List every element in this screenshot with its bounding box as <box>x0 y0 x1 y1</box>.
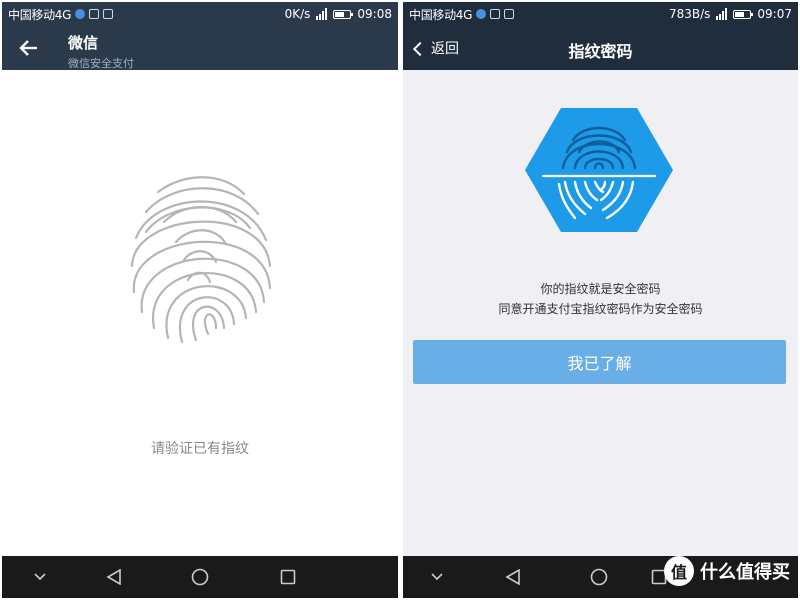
nav-collapse-button[interactable] <box>20 556 60 598</box>
battery-icon <box>333 9 354 19</box>
square-recents-icon <box>280 569 296 585</box>
watermark: 值 什么值得买 <box>664 556 790 586</box>
watermark-badge-text: 值 <box>670 563 687 582</box>
chevron-down-icon <box>34 573 46 581</box>
alipay-phone-screen: 中国移动4G 783B/s 09:07 返回 指纹密码 你的指纹就是安全密码 同… <box>403 2 798 598</box>
carrier-label: 中国移动4G <box>409 7 473 22</box>
page-title: 指纹密码 <box>568 42 633 61</box>
app-title: 微信 <box>68 34 99 52</box>
clock: 09:07 <box>757 7 792 21</box>
nav-back-button[interactable] <box>493 556 533 598</box>
status-bar: 中国移动4G 0K/s 09:08 <box>2 2 398 26</box>
back-arrow-icon[interactable] <box>18 38 40 58</box>
app-subtitle: 微信安全支付 <box>68 57 134 70</box>
wechat-phone-screen: 中国移动4G 0K/s 09:08 微信 微信安全支付 请验证已有指纹 <box>2 2 398 598</box>
clock: 09:08 <box>357 7 392 21</box>
nav-recents-button[interactable] <box>268 556 308 598</box>
screenshot-canvas: 中国移动4G 0K/s 09:08 微信 微信安全支付 请验证已有指纹 中国移动… <box>0 0 800 600</box>
verify-prompt: 请验证已有指纹 <box>151 441 249 457</box>
globe-icon <box>476 9 487 19</box>
watermark-logo-icon: 值 <box>664 556 694 586</box>
network-speed: 783B/s <box>668 7 711 21</box>
status-right: 783B/s 09:07 <box>669 2 792 26</box>
status-left: 中国移动4G <box>409 2 515 26</box>
image-icon <box>504 9 515 19</box>
carrier-label: 中国移动4G <box>8 7 72 22</box>
signal-icon <box>316 8 328 20</box>
fingerprint-hexagon-icon <box>523 106 675 234</box>
triangle-back-icon <box>106 569 121 585</box>
notification-icon <box>490 9 501 19</box>
watermark-text: 什么值得买 <box>700 562 790 583</box>
system-nav-bar <box>2 556 398 598</box>
nav-back-button[interactable] <box>94 556 134 598</box>
globe-icon <box>75 9 86 19</box>
header-title-group: 微信 微信安全支付 <box>68 32 134 71</box>
circle-home-icon <box>590 568 608 586</box>
chevron-down-icon <box>431 573 443 581</box>
battery-icon <box>733 9 754 19</box>
app-header: 微信 微信安全支付 <box>2 26 398 70</box>
notification-icon <box>103 9 114 19</box>
status-right: 0K/s 09:08 <box>285 2 392 26</box>
nav-collapse-button[interactable] <box>417 556 457 598</box>
image-icon <box>89 9 100 19</box>
network-speed: 0K/s <box>284 7 311 21</box>
confirm-button[interactable]: 我已了解 <box>413 340 786 384</box>
fingerprint-verify-panel: 请验证已有指纹 <box>2 70 398 556</box>
info-line-1: 你的指纹就是安全密码 <box>540 282 661 296</box>
info-line-2: 同意开通支付宝指纹密码作为安全密码 <box>498 302 703 316</box>
nav-home-button[interactable] <box>180 556 220 598</box>
fingerprint-password-panel: 你的指纹就是安全密码 同意开通支付宝指纹密码作为安全密码 我已了解 <box>403 70 798 556</box>
triangle-back-icon <box>505 569 520 585</box>
status-bar: 中国移动4G 783B/s 09:07 <box>403 2 798 26</box>
circle-home-icon <box>191 568 209 586</box>
status-left: 中国移动4G <box>8 2 114 26</box>
signal-icon <box>716 8 728 20</box>
nav-home-button[interactable] <box>579 556 619 598</box>
app-header: 返回 指纹密码 <box>403 26 798 70</box>
fingerprint-sensor-icon[interactable] <box>124 162 276 346</box>
